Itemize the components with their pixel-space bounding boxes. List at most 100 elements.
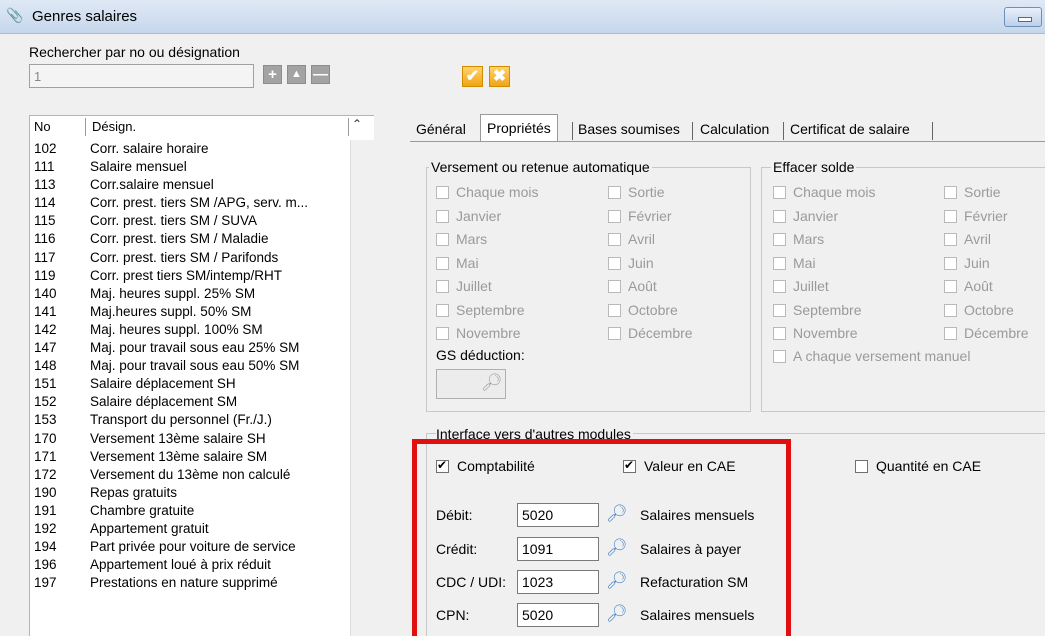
column-header-designation[interactable]: Désign. — [92, 119, 136, 134]
effacer-checkbox[interactable]: Mai — [773, 255, 816, 271]
checkbox-comptabilite[interactable]: Comptabilité — [436, 458, 535, 474]
checkbox-chaque-versement-manuel[interactable]: A chaque versement manuel — [773, 348, 970, 364]
effacer-checkbox[interactable]: Septembre — [773, 302, 861, 318]
list-item[interactable]: 148 Maj. pour travail sous eau 50% SM — [30, 357, 350, 375]
effacer-checkbox[interactable]: Avril — [944, 231, 991, 247]
checkbox-box[interactable] — [436, 186, 449, 199]
checkbox-box[interactable] — [436, 303, 449, 317]
checkbox-box[interactable] — [773, 209, 786, 223]
checkbox-box[interactable] — [944, 209, 957, 223]
checkbox-box[interactable] — [608, 186, 621, 199]
versement-checkbox[interactable]: Décembre — [608, 325, 693, 341]
checkbox-box[interactable] — [944, 327, 957, 340]
checkbox-box[interactable] — [436, 280, 449, 293]
list-item[interactable]: 113 Corr.salaire mensuel — [30, 176, 350, 194]
versement-checkbox[interactable]: Juin — [608, 255, 654, 271]
checkbox-box[interactable] — [773, 233, 786, 246]
list-item[interactable]: 197 Prestations en nature supprimé — [30, 574, 350, 592]
tab-general[interactable]: Général — [412, 118, 470, 140]
column-header-no[interactable]: No — [34, 119, 51, 134]
search-lens-icon[interactable]: 🔎︎ — [606, 571, 628, 591]
checkbox-box[interactable] — [608, 233, 621, 246]
checkbox-box[interactable] — [944, 303, 957, 317]
checkbox-box[interactable] — [608, 280, 621, 293]
versement-checkbox[interactable]: Octobre — [608, 302, 678, 318]
list-item[interactable]: 190 Repas gratuits — [30, 484, 350, 502]
search-lens-icon[interactable]: 🔎︎ — [481, 373, 503, 393]
list-item[interactable]: 111 Salaire mensuel — [30, 158, 350, 176]
tab-calculation[interactable]: Calculation — [696, 118, 773, 140]
effacer-checkbox[interactable]: Février — [944, 208, 1008, 224]
vertical-scrollbar[interactable] — [350, 140, 374, 636]
list-item[interactable]: 172 Versement du 13ème non calculé — [30, 466, 350, 484]
checkbox-box[interactable] — [855, 460, 868, 473]
checkbox-box[interactable] — [436, 458, 449, 473]
checkbox-box[interactable] — [436, 327, 449, 340]
versement-checkbox[interactable]: Juillet — [436, 278, 492, 294]
checkbox-box[interactable] — [944, 256, 957, 270]
checkbox-box[interactable] — [608, 209, 621, 223]
checkbox-box[interactable] — [608, 327, 621, 340]
effacer-checkbox[interactable]: Sortie — [944, 184, 1001, 200]
list-item[interactable]: 102 Corr. salaire horaire — [30, 140, 350, 158]
list-item[interactable]: 171 Versement 13ème salaire SM — [30, 448, 350, 466]
list-item[interactable]: 191 Chambre gratuite — [30, 502, 350, 520]
list-item[interactable]: 114 Corr. prest. tiers SM /APG, serv. m..… — [30, 194, 350, 212]
versement-checkbox[interactable]: Novembre — [436, 325, 521, 341]
effacer-checkbox[interactable]: Juin — [944, 255, 990, 271]
scroll-up-icon[interactable]: ⌃ — [347, 117, 367, 135]
checkbox-box[interactable] — [773, 186, 786, 199]
column-divider[interactable] — [85, 118, 86, 136]
checkbox-box[interactable] — [623, 458, 636, 473]
versement-checkbox[interactable]: Chaque mois — [436, 184, 539, 200]
checkbox-box[interactable] — [608, 303, 621, 317]
account-number-input[interactable] — [517, 537, 599, 561]
list-item[interactable]: 170 Versement 13ème salaire SH — [30, 430, 350, 448]
checkbox-box[interactable] — [773, 303, 786, 317]
list-item[interactable]: 116 Corr. prest. tiers SM / Maladie — [30, 230, 350, 248]
checkbox-box[interactable] — [773, 327, 786, 340]
effacer-checkbox[interactable]: Décembre — [944, 325, 1029, 341]
versement-checkbox[interactable]: Mars — [436, 231, 487, 247]
effacer-checkbox[interactable]: Chaque mois — [773, 184, 876, 200]
versement-checkbox[interactable]: Février — [608, 208, 672, 224]
search-lens-icon[interactable]: 🔎︎ — [606, 538, 628, 558]
checkbox-box[interactable] — [944, 186, 957, 199]
add-button[interactable]: + — [263, 65, 282, 84]
search-lens-icon[interactable]: 🔎︎ — [606, 604, 628, 624]
versement-checkbox[interactable]: Sortie — [608, 184, 665, 200]
checkbox-box[interactable] — [773, 256, 786, 270]
remove-button[interactable]: — — [311, 65, 330, 84]
list-item[interactable]: 196 Appartement loué à prix réduit — [30, 556, 350, 574]
checkbox-valeur-cae[interactable]: Valeur en CAE — [623, 458, 736, 474]
checkbox-box[interactable] — [608, 256, 621, 270]
confirm-button[interactable]: ✔ — [462, 66, 483, 87]
list-item[interactable]: 142 Maj. heures suppl. 100% SM — [30, 321, 350, 339]
list-item[interactable]: 151 Salaire déplacement SH — [30, 375, 350, 393]
checkbox-box[interactable] — [944, 280, 957, 293]
account-number-input[interactable] — [517, 503, 599, 527]
gs-deduction-field[interactable]: 🔎︎ — [436, 369, 506, 399]
list-item[interactable]: 153 Transport du personnel (Fr./J.) — [30, 411, 350, 429]
list-item[interactable]: 192 Appartement gratuit — [30, 520, 350, 538]
checkbox-box[interactable] — [436, 233, 449, 246]
effacer-checkbox[interactable]: Janvier — [773, 208, 838, 224]
effacer-checkbox[interactable]: Novembre — [773, 325, 858, 341]
effacer-checkbox[interactable]: Août — [944, 278, 993, 294]
versement-checkbox[interactable]: Septembre — [436, 302, 524, 318]
account-number-input[interactable] — [517, 570, 599, 594]
list-item[interactable]: 141 Maj.heures suppl. 50% SM — [30, 303, 350, 321]
versement-checkbox[interactable]: Janvier — [436, 208, 501, 224]
search-lens-icon[interactable]: 🔎︎ — [606, 504, 628, 524]
checkbox-box[interactable] — [773, 350, 786, 363]
list-item[interactable]: 140 Maj. heures suppl. 25% SM — [30, 285, 350, 303]
effacer-checkbox[interactable]: Juillet — [773, 278, 829, 294]
tab-bases-soumises[interactable]: Bases soumises — [574, 118, 684, 140]
effacer-checkbox[interactable]: Mars — [773, 231, 824, 247]
checkbox-box[interactable] — [436, 256, 449, 270]
account-number-input[interactable] — [517, 603, 599, 627]
checkbox-box[interactable] — [436, 209, 449, 223]
list-item[interactable]: 117 Corr. prest. tiers SM / Parifonds — [30, 249, 350, 267]
cancel-button[interactable]: ✖ — [489, 66, 510, 87]
list-item[interactable]: 115 Corr. prest. tiers SM / SUVA — [30, 212, 350, 230]
